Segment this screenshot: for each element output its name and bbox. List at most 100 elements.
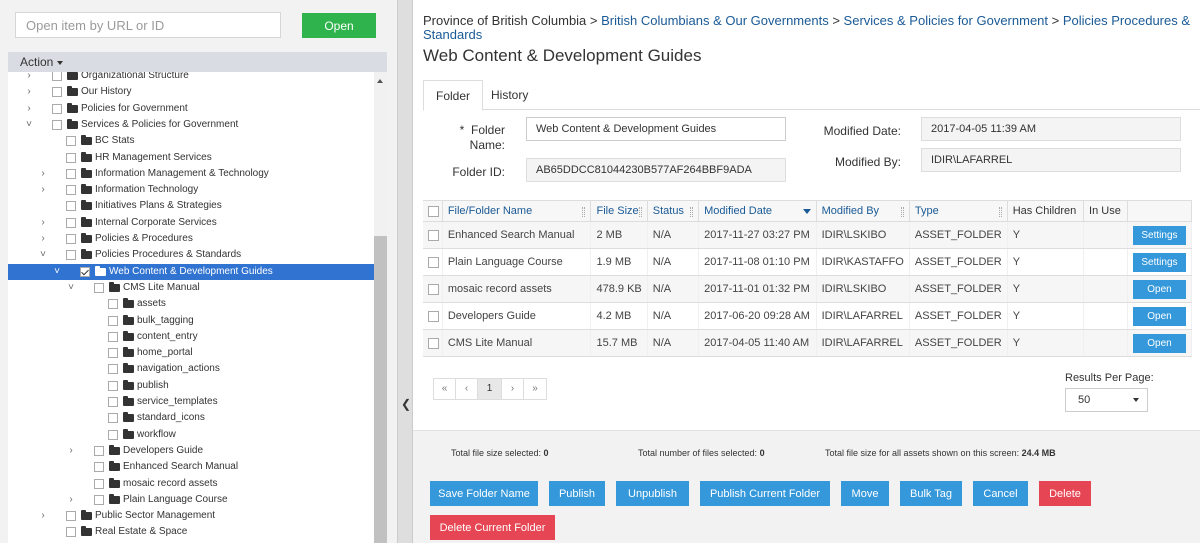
tree-item-checkbox[interactable] <box>108 348 118 359</box>
tree-item-checkbox[interactable] <box>94 494 104 505</box>
tree-item[interactable]: assets <box>8 296 374 312</box>
tree-item[interactable]: HR Management Services <box>8 150 374 166</box>
publish-current-folder-button[interactable]: Publish Current Folder <box>700 481 830 506</box>
tree-item-checkbox[interactable] <box>94 462 104 473</box>
tree-scrollbar-thumb[interactable] <box>374 236 387 543</box>
tree-item-checkbox[interactable] <box>66 201 76 212</box>
delete-button[interactable]: Delete <box>1039 481 1091 506</box>
row-checkbox[interactable] <box>428 283 439 295</box>
unpublish-button[interactable]: Unpublish <box>616 481 689 506</box>
tree-item[interactable]: › Public Sector Management <box>8 508 374 524</box>
tree-item-checkbox[interactable] <box>108 331 118 342</box>
tree-item-checkbox[interactable] <box>108 364 118 375</box>
tree-item-checkbox[interactable] <box>66 136 76 147</box>
tree-item[interactable]: › Developers Guide <box>8 443 374 459</box>
chevron-right-icon[interactable]: › <box>24 72 34 84</box>
tree-item[interactable]: mosaic record assets <box>8 476 374 492</box>
tree-item[interactable]: Real Estate & Space <box>8 524 374 540</box>
chevron-down-icon[interactable]: ˅ <box>38 247 48 263</box>
tree-item[interactable]: ˅ Web Content & Development Guides <box>8 263 374 280</box>
breadcrumb-link[interactable]: Services & Policies for Government <box>844 13 1048 28</box>
tree-item-checkbox[interactable] <box>66 234 76 244</box>
tree-item[interactable]: Enhanced Search Manual <box>8 459 374 475</box>
move-button[interactable]: Move <box>841 481 889 506</box>
collapse-left-icon[interactable]: ❮ <box>401 398 411 410</box>
tree-item-checkbox[interactable] <box>108 397 118 407</box>
col-size[interactable]: File Size <box>590 200 648 222</box>
page-first-button[interactable]: « <box>434 379 456 399</box>
column-resize-icon[interactable] <box>998 207 1002 217</box>
chevron-right-icon[interactable]: › <box>38 215 48 231</box>
tab-folder[interactable]: Folder <box>423 80 484 111</box>
tree-item-checkbox[interactable] <box>52 72 62 81</box>
open-folder-button[interactable]: Open <box>1132 279 1186 299</box>
tree-item-checkbox[interactable] <box>80 266 90 277</box>
tree-item-checkbox[interactable] <box>52 119 62 130</box>
cell-name[interactable]: CMS Lite Manual <box>442 329 592 357</box>
tree-item-checkbox[interactable] <box>66 217 76 228</box>
breadcrumb-root[interactable]: Province of British Columbia <box>423 13 586 28</box>
open-button[interactable]: Open <box>302 13 376 38</box>
tree-item-checkbox[interactable] <box>66 152 76 163</box>
open-folder-button[interactable]: Open <box>1132 333 1186 353</box>
tree-item[interactable]: › Our History <box>8 84 374 100</box>
tree-item[interactable]: › Plain Language Course <box>8 492 374 508</box>
tree-item-checkbox[interactable] <box>52 87 62 98</box>
tab-history[interactable]: History <box>479 80 540 110</box>
cell-name[interactable]: Developers Guide <box>442 302 592 330</box>
page-last-button[interactable]: » <box>524 379 546 399</box>
row-checkbox[interactable] <box>428 337 439 349</box>
column-resize-icon[interactable] <box>638 207 642 217</box>
col-modified-by[interactable]: Modified By <box>816 200 910 222</box>
bulk-tag-button[interactable]: Bulk Tag <box>900 481 962 506</box>
scroll-up-icon[interactable] <box>377 79 383 83</box>
row-checkbox[interactable] <box>428 256 439 268</box>
tree-item-checkbox[interactable] <box>66 511 76 522</box>
tree-item[interactable]: service_templates <box>8 394 374 410</box>
tree-item[interactable]: › Policies for Government <box>8 101 374 117</box>
breadcrumb-link[interactable]: British Columbians & Our Governments <box>601 13 829 28</box>
column-resize-icon[interactable] <box>690 207 694 217</box>
col-name[interactable]: File/Folder Name <box>442 200 592 222</box>
tree-item[interactable]: ˅ Policies Procedures & Standards <box>8 247 374 263</box>
results-per-page-select[interactable]: 50 <box>1065 388 1148 412</box>
table-row[interactable]: mosaic record assets 478.9 KB N/A 2017-11-0… <box>423 275 1193 303</box>
delete-current-folder-button[interactable]: Delete Current Folder <box>430 515 555 540</box>
chevron-down-icon[interactable]: ˅ <box>66 280 76 296</box>
chevron-right-icon[interactable]: › <box>38 166 48 182</box>
tree-item-checkbox[interactable] <box>52 103 62 114</box>
tree-item[interactable]: home_portal <box>8 345 374 361</box>
row-checkbox[interactable] <box>428 229 439 241</box>
chevron-right-icon[interactable]: › <box>66 492 76 508</box>
tree-item-checkbox[interactable] <box>108 429 118 440</box>
col-modified-date[interactable]: Modified Date <box>698 200 817 222</box>
action-menu[interactable]: Action <box>8 52 387 72</box>
chevron-right-icon[interactable]: › <box>38 508 48 524</box>
cell-name[interactable]: Plain Language Course <box>442 248 592 276</box>
tree-item[interactable]: publish <box>8 378 374 394</box>
tree-item-checkbox[interactable] <box>66 527 76 538</box>
tree-item[interactable]: ˅ CMS Lite Manual <box>8 280 374 296</box>
tree-item-checkbox[interactable] <box>108 380 118 391</box>
table-row[interactable]: Developers Guide 4.2 MB N/A 2017-06-20 09:2… <box>423 302 1193 330</box>
tree-item-checkbox[interactable] <box>66 185 76 196</box>
page-next-button[interactable]: › <box>502 379 524 399</box>
settings-button[interactable]: Settings <box>1132 225 1186 245</box>
tree-item[interactable]: › Internal Corporate Services <box>8 215 374 231</box>
tree-item[interactable]: › Organizational Structure <box>8 72 374 84</box>
tree-item[interactable]: workflow <box>8 427 374 443</box>
col-type[interactable]: Type <box>909 200 1008 222</box>
page-prev-button[interactable]: ‹ <box>456 379 478 399</box>
page-current-button[interactable]: 1 <box>478 379 502 399</box>
tree-item[interactable]: BC Stats <box>8 133 374 149</box>
tree-item[interactable]: › Information Management & Technology <box>8 166 374 182</box>
tree-item-checkbox[interactable] <box>108 315 118 326</box>
chevron-right-icon[interactable]: › <box>38 182 48 198</box>
settings-button[interactable]: Settings <box>1132 252 1186 272</box>
cell-name[interactable]: mosaic record assets <box>442 275 592 303</box>
url-id-input[interactable] <box>15 12 281 38</box>
tree-item[interactable]: › Information Technology <box>8 182 374 198</box>
tree-item-checkbox[interactable] <box>94 445 104 456</box>
tree-item-checkbox[interactable] <box>108 299 118 310</box>
tree-item[interactable]: › Policies & Procedures <box>8 231 374 247</box>
